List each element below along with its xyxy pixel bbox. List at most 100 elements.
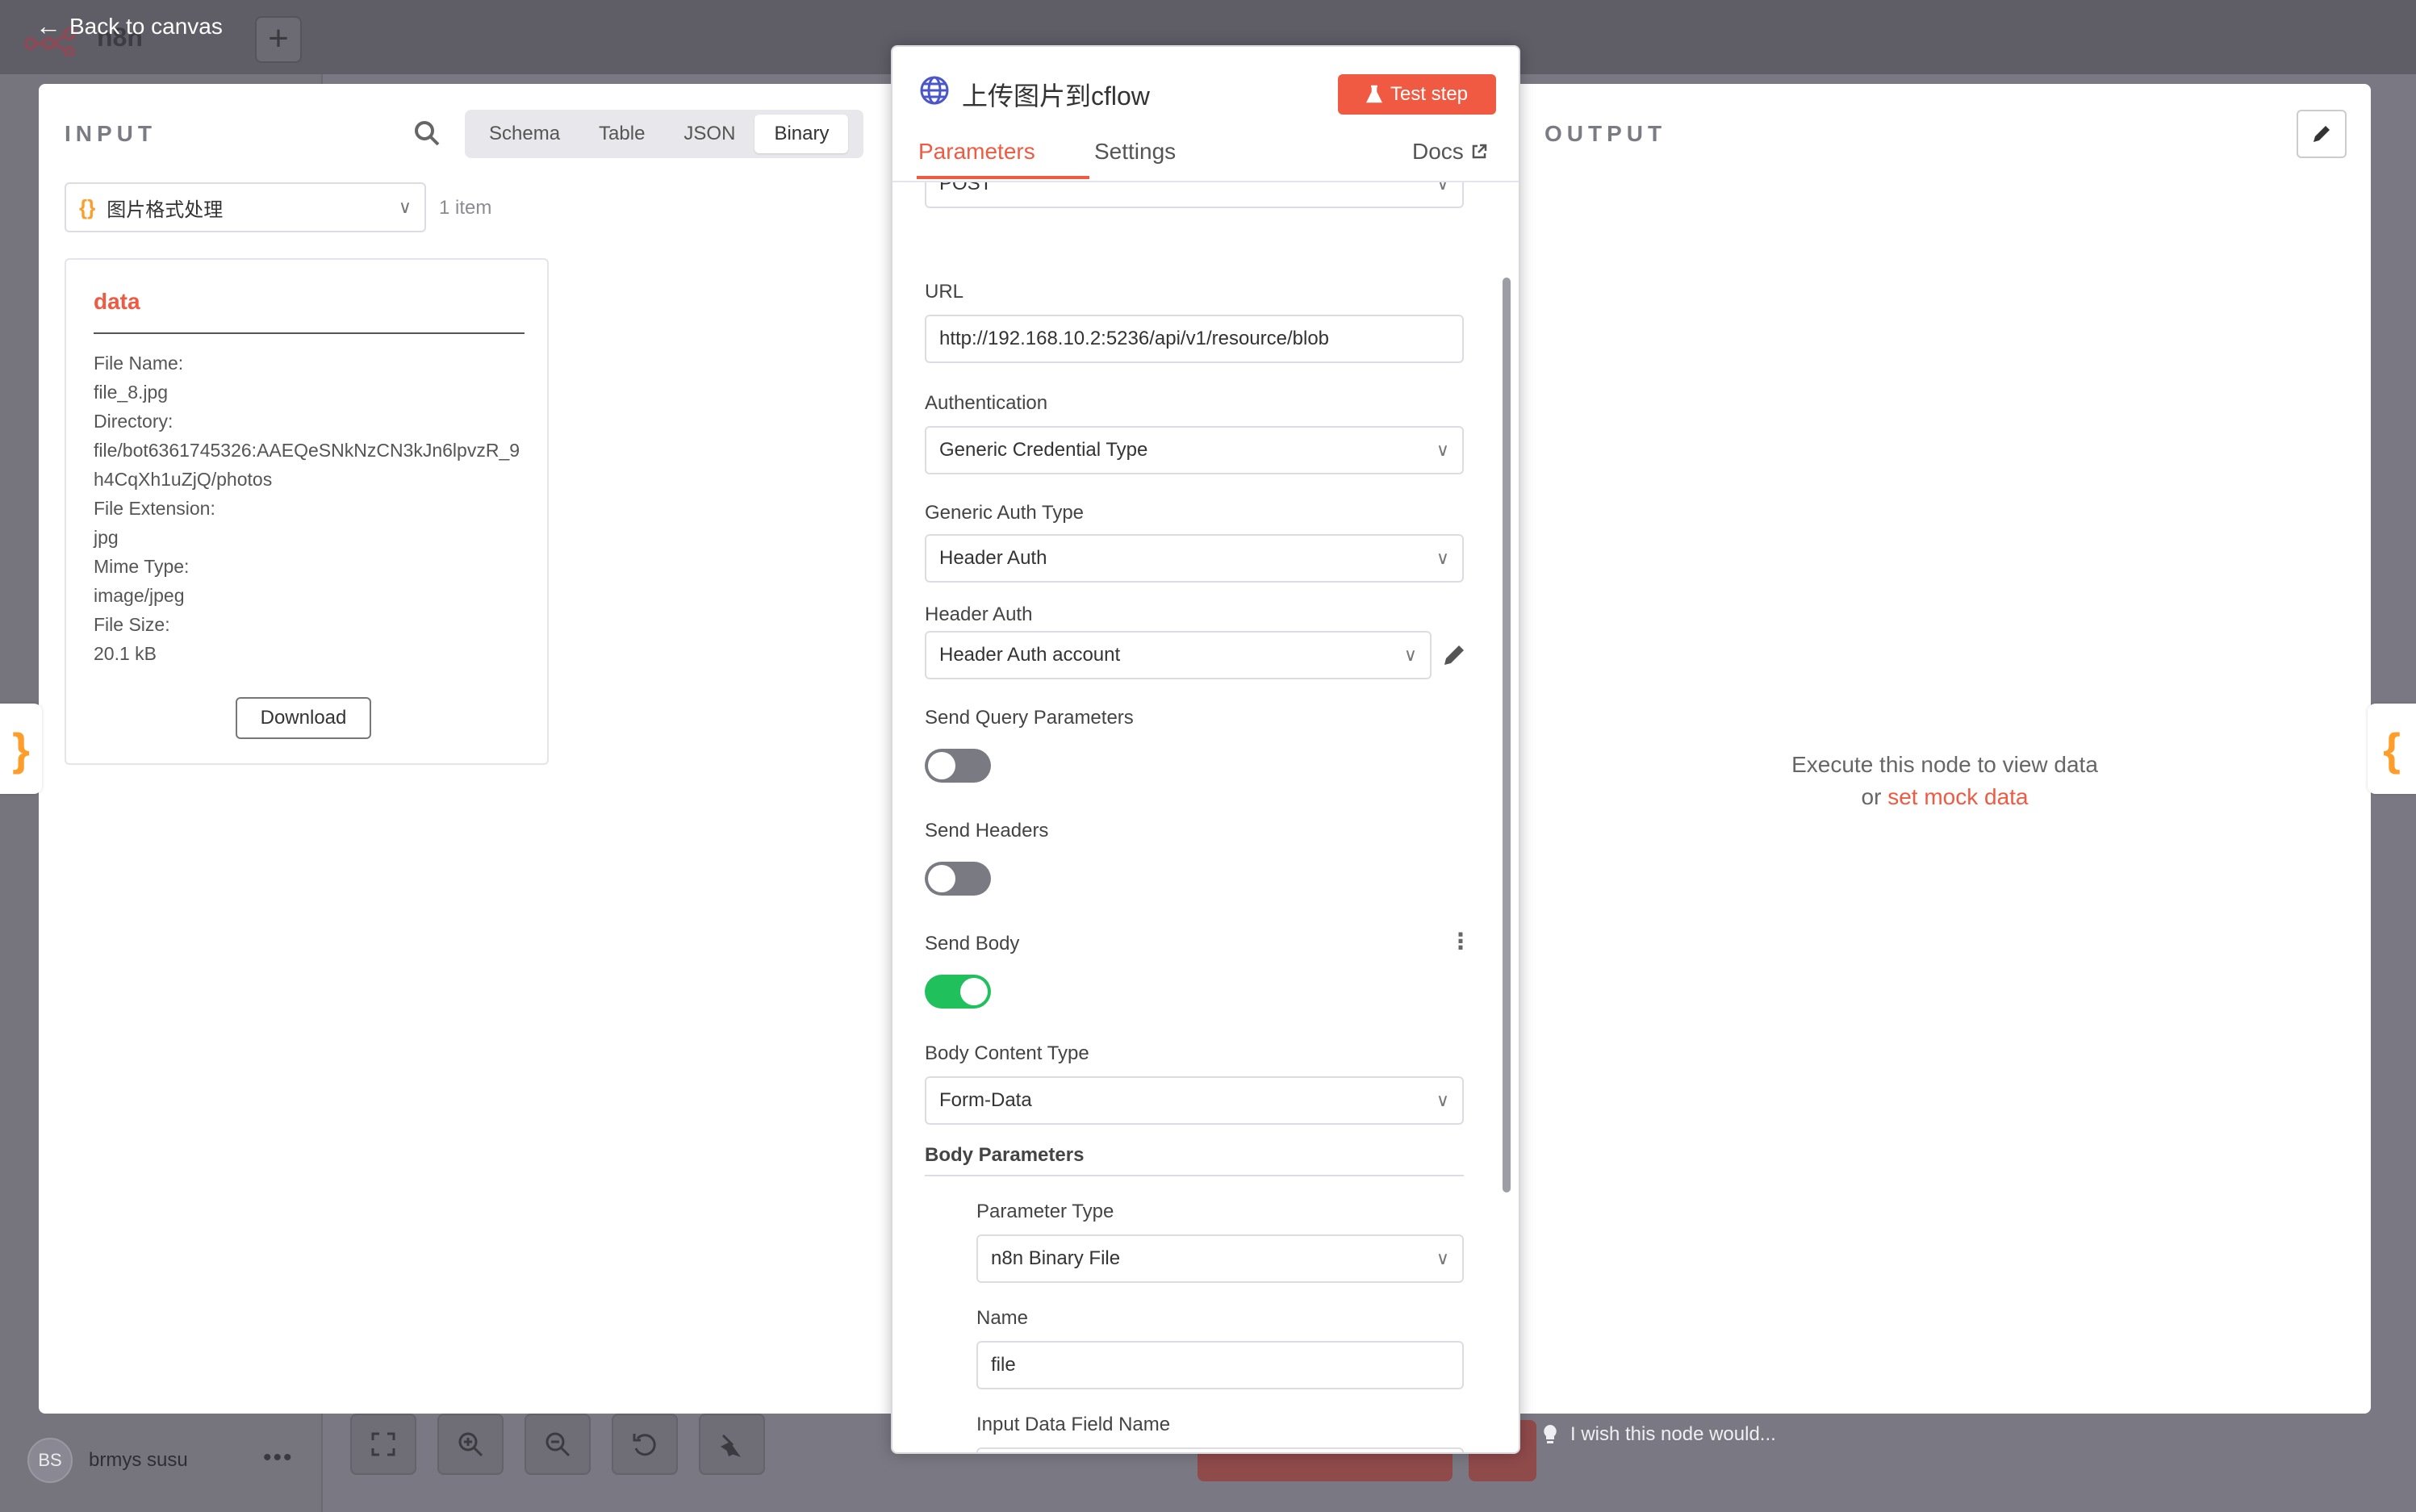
- input-node-select-value: 图片格式处理: [107, 198, 224, 221]
- input-node-select[interactable]: {} 图片格式处理 ∨: [65, 182, 426, 232]
- user-more-button[interactable]: •••: [263, 1444, 294, 1472]
- file-name-value: file_8.jpg: [94, 382, 169, 403]
- tab-json[interactable]: JSON: [664, 115, 754, 153]
- flask-icon: [1365, 85, 1382, 103]
- tidy-up-button[interactable]: [699, 1414, 765, 1475]
- generic-auth-type-select[interactable]: Header Auth ∨: [925, 534, 1464, 583]
- node-parameters-panel: 上传图片到cflow Test step Parameters Settings…: [891, 45, 1520, 1454]
- url-value: http://192.168.10.2:5236/api/v1/resource…: [939, 328, 1330, 349]
- chevron-down-icon: ∨: [1436, 182, 1449, 194]
- tab-parameters[interactable]: Parameters: [918, 139, 1035, 165]
- header-auth-credential-select[interactable]: Header Auth account ∨: [925, 631, 1432, 679]
- parameter-type-value: n8n Binary File: [991, 1247, 1121, 1269]
- send-headers-toggle[interactable]: [925, 862, 991, 896]
- parameter-type-select[interactable]: n8n Binary File ∨: [976, 1234, 1464, 1283]
- search-icon[interactable]: [413, 119, 441, 147]
- chevron-down-icon: ∨: [1436, 440, 1449, 460]
- body-content-type-label: Body Content Type: [925, 1042, 1089, 1064]
- authentication-value: Generic Credential Type: [939, 439, 1148, 461]
- node-title[interactable]: 上传图片到cflow: [962, 76, 1150, 113]
- chevron-down-icon: ∨: [398, 197, 412, 217]
- feedback-link[interactable]: I wish this node would...: [1541, 1423, 1776, 1446]
- name-value: file: [991, 1354, 1016, 1376]
- fullscreen-icon: [371, 1432, 395, 1456]
- user-menu[interactable]: BS brmys susu: [27, 1438, 188, 1483]
- tab-binary[interactable]: Binary: [754, 115, 849, 153]
- mime-type-value: image/jpeg: [94, 585, 185, 606]
- edit-credential-icon[interactable]: [1438, 639, 1470, 671]
- method-select[interactable]: POST ∨: [925, 182, 1464, 208]
- authentication-label: Authentication: [925, 392, 1048, 414]
- external-link-icon: [1472, 144, 1487, 159]
- parameter-type-label: Parameter Type: [976, 1201, 1114, 1222]
- tab-schema[interactable]: Schema: [470, 115, 579, 153]
- input-panel-title: INPUT: [65, 121, 157, 146]
- generic-auth-type-value: Header Auth: [939, 547, 1047, 569]
- chevron-down-icon: ∨: [1436, 1090, 1449, 1110]
- fit-view-button[interactable]: [350, 1414, 416, 1475]
- download-button[interactable]: Download: [236, 697, 371, 739]
- toggle-knob: [928, 865, 955, 892]
- input-data-field-name-input[interactable]: data: [976, 1447, 1464, 1452]
- authentication-select[interactable]: Generic Credential Type ∨: [925, 426, 1464, 474]
- directory-value: file/bot6361745326:AAEQeSNkNzCN3kJn6lpvz…: [94, 440, 520, 490]
- url-label: URL: [925, 281, 964, 303]
- reset-zoom-button[interactable]: [612, 1414, 678, 1475]
- input-data-field-name-label: Input Data Field Name: [976, 1414, 1171, 1435]
- chevron-down-icon: ∨: [1436, 1248, 1449, 1268]
- body-content-type-value: Form-Data: [939, 1089, 1032, 1111]
- body-content-type-select[interactable]: Form-Data ∨: [925, 1076, 1464, 1125]
- output-empty-text: Execute this node to view data: [1791, 752, 2098, 777]
- file-size-label: File Size:: [94, 614, 170, 635]
- send-query-parameters-toggle[interactable]: [925, 749, 991, 783]
- add-button[interactable]: +: [255, 16, 302, 63]
- scrollbar[interactable]: [1503, 278, 1511, 1192]
- active-tab-indicator: [917, 176, 1089, 179]
- output-empty-state: Execute this node to view data or set mo…: [1678, 749, 2211, 813]
- zoom-out-button[interactable]: [525, 1414, 591, 1475]
- send-body-label: Send Body: [925, 933, 1020, 954]
- binary-meta: File Name: file_8.jpg Directory: file/bo…: [94, 349, 529, 668]
- file-size-value: 20.1 kB: [94, 643, 157, 664]
- edit-output-button[interactable]: [2297, 110, 2347, 158]
- test-step-label: Test step: [1390, 83, 1469, 105]
- avatar: BS: [27, 1438, 73, 1483]
- name-label: Name: [976, 1307, 1029, 1329]
- braces-icon: {}: [79, 194, 96, 219]
- back-to-canvas-button[interactable]: ← Back to canvas: [36, 11, 223, 41]
- send-body-toggle[interactable]: [925, 975, 991, 1009]
- parameters-scroll-area: POST ∨ URL http://192.168.10.2:5236/api/…: [892, 182, 1519, 1452]
- toggle-knob: [960, 978, 988, 1005]
- more-options-icon[interactable]: ⋮: [1449, 928, 1472, 954]
- method-value: POST: [939, 182, 993, 194]
- output-edge-brace-icon: {: [2368, 704, 2416, 794]
- header-auth-label: Header Auth: [925, 604, 1033, 625]
- chevron-down-icon: ∨: [1403, 645, 1417, 665]
- lightbulb-icon: [1544, 1425, 1557, 1443]
- output-or-text: or: [1861, 784, 1882, 809]
- tab-table[interactable]: Table: [579, 115, 664, 153]
- input-edge-brace-icon: }: [0, 704, 42, 794]
- test-step-button[interactable]: Test step: [1338, 74, 1496, 115]
- divider: [925, 1175, 1464, 1176]
- chevron-down-icon: ∨: [1436, 548, 1449, 568]
- arrow-left-icon: ←: [36, 11, 61, 40]
- name-input[interactable]: file: [976, 1341, 1464, 1389]
- zoom-in-button[interactable]: [437, 1414, 504, 1475]
- feedback-label: I wish this node would...: [1570, 1423, 1776, 1445]
- url-input[interactable]: http://192.168.10.2:5236/api/v1/resource…: [925, 315, 1464, 363]
- back-to-canvas-label: Back to canvas: [69, 13, 223, 39]
- set-mock-data-link[interactable]: set mock data: [1887, 784, 2028, 809]
- tab-settings[interactable]: Settings: [1094, 139, 1176, 165]
- docs-link[interactable]: Docs: [1412, 139, 1488, 165]
- zoom-out-icon: [545, 1432, 571, 1457]
- output-panel-title: OUTPUT: [1544, 121, 1667, 146]
- undo-icon: [633, 1434, 656, 1456]
- directory-label: Directory:: [94, 411, 173, 432]
- zoom-in-icon: [458, 1432, 483, 1457]
- file-extension-label: File Extension:: [94, 498, 215, 519]
- display-mode-tabs: Schema Table JSON Binary: [465, 110, 863, 158]
- broom-icon: [721, 1434, 741, 1457]
- pencil-icon: [2314, 126, 2330, 142]
- toggle-knob: [928, 752, 955, 779]
